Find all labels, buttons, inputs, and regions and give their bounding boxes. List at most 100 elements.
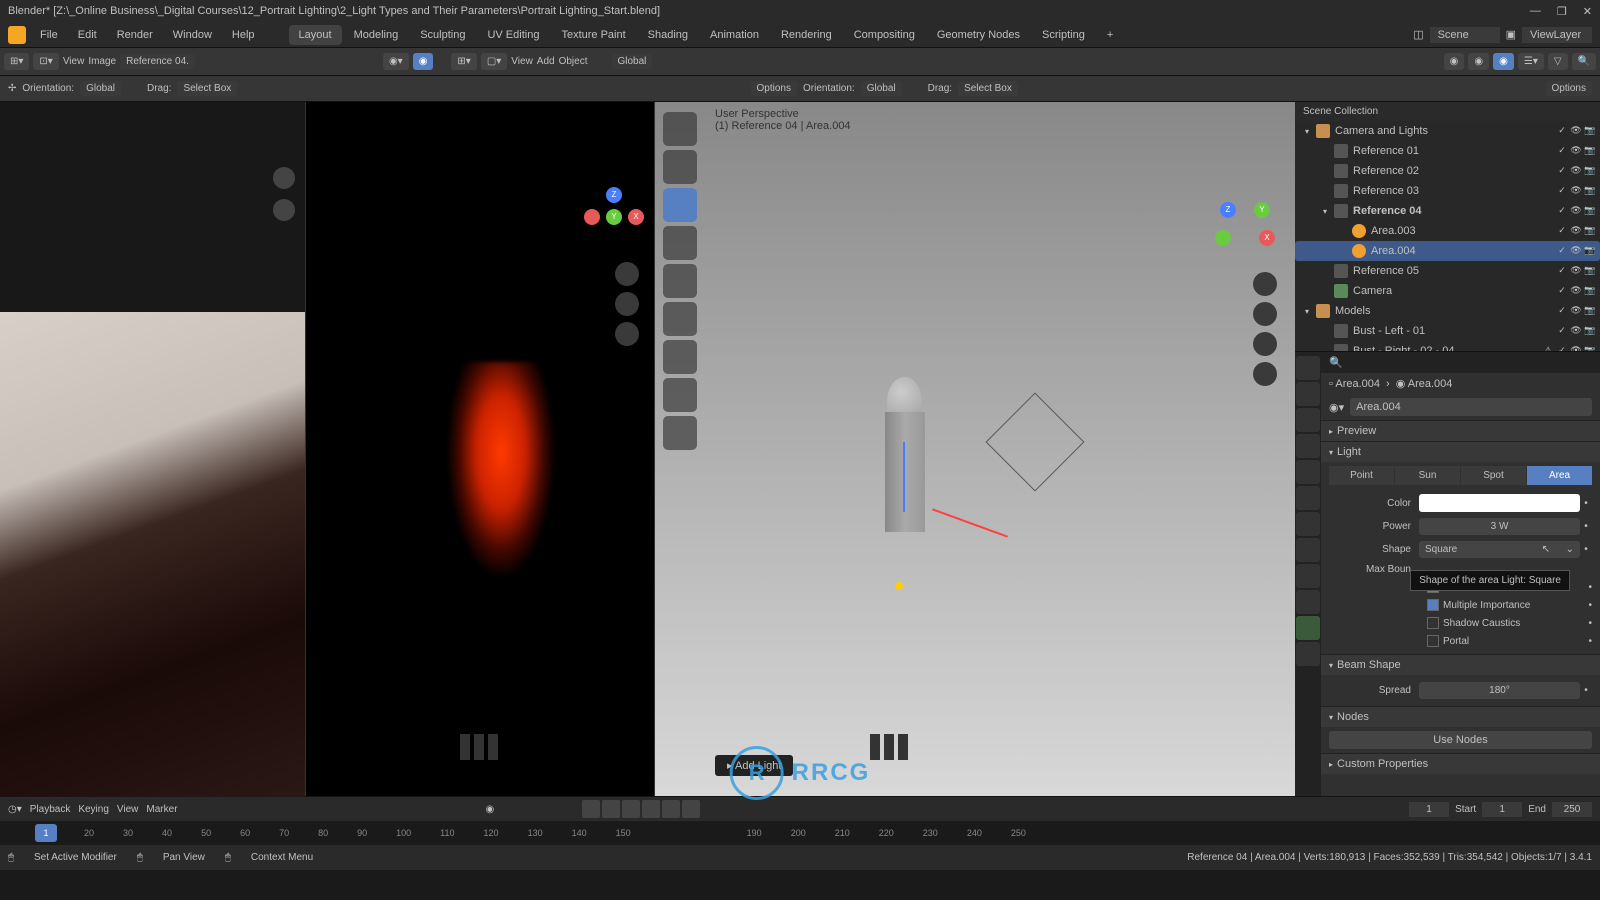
view-menu-2[interactable]: View (511, 56, 533, 67)
autokey-icon[interactable]: ◉ (486, 804, 495, 815)
next-key-icon[interactable] (662, 800, 680, 818)
timeline-cursor[interactable]: 1 (35, 824, 57, 842)
tab-geonodes[interactable]: Geometry Nodes (927, 25, 1030, 45)
viewlayer-field[interactable]: ViewLayer (1522, 27, 1592, 43)
viewport-editor-type[interactable]: ⊞▾ (451, 53, 476, 70)
power-field[interactable]: 3 W (1419, 518, 1580, 535)
render-engine-btn[interactable]: ◉ (413, 53, 434, 70)
play-rev-icon[interactable] (622, 800, 640, 818)
pan-nav-icon[interactable] (615, 292, 639, 316)
marker-menu[interactable]: Marker (146, 804, 177, 815)
orientation-select-2[interactable]: Global (861, 81, 902, 96)
outliner-item[interactable]: Bust - Left - 01✓👁📷 (1295, 321, 1600, 341)
rotate-tool[interactable] (663, 226, 697, 260)
orientation-select[interactable]: Global (80, 81, 121, 96)
measure-tool[interactable] (663, 378, 697, 412)
vp-zoom-icon[interactable] (1253, 272, 1277, 296)
timeline-editor-icon[interactable]: ◷▾ (8, 804, 22, 815)
tab-texture[interactable]: Texture Paint (551, 25, 635, 45)
prev-key-icon[interactable] (602, 800, 620, 818)
tab-rendering[interactable]: Rendering (771, 25, 842, 45)
axis-x-neg-icon[interactable] (584, 209, 600, 225)
tab-uv[interactable]: UV Editing (477, 25, 549, 45)
outliner-item[interactable]: Reference 03✓👁📷 (1295, 181, 1600, 201)
cursor-tool[interactable] (663, 150, 697, 184)
prop-tab-constraints[interactable] (1296, 590, 1320, 614)
color-field[interactable] (1419, 494, 1580, 512)
drag-select[interactable]: Select Box (177, 81, 237, 96)
outliner-item[interactable]: Bust - Right - 02 - 04⚠✓👁📷 (1295, 341, 1600, 352)
axis-y-icon[interactable]: Y (606, 209, 622, 225)
timeline-ruler[interactable]: 1 10203040506070809010011012013014015019… (0, 821, 1600, 845)
mode-dropdown[interactable]: ◉▾ (383, 53, 409, 70)
menu-window[interactable]: Window (167, 27, 218, 43)
move-gizmo-x[interactable] (932, 508, 1008, 537)
outliner-item[interactable]: Area.003✓👁📷 (1295, 221, 1600, 241)
start-frame-field[interactable]: 1 (1482, 802, 1522, 817)
light-type-sun[interactable]: Sun (1395, 466, 1460, 485)
transform-orientation[interactable]: Global (612, 54, 653, 69)
outliner-item[interactable]: Area.004✓👁📷 (1295, 241, 1600, 261)
jump-start-icon[interactable] (582, 800, 600, 818)
tab-sculpting[interactable]: Sculpting (410, 25, 475, 45)
tab-animation[interactable]: Animation (700, 25, 769, 45)
editor-type-dropdown[interactable]: ⊞▾ (4, 53, 29, 70)
light-section-header[interactable]: ▾Light (1321, 442, 1600, 462)
light-type-point[interactable]: Point (1329, 466, 1394, 485)
vp-camera-icon[interactable] (1253, 332, 1277, 356)
prop-tab-texture[interactable] (1296, 642, 1320, 666)
transform-tool[interactable] (663, 302, 697, 336)
menu-render[interactable]: Render (111, 27, 159, 43)
light-type-spot[interactable]: Spot (1461, 466, 1526, 485)
vp-axis-x-icon[interactable]: X (1259, 230, 1275, 246)
use-nodes-button[interactable]: Use Nodes (1329, 731, 1592, 749)
prop-tab-viewlayer[interactable] (1296, 408, 1320, 432)
close-icon[interactable]: ✕ (1583, 5, 1592, 18)
outliner-item[interactable]: ▾Reference 04✓👁📷 (1295, 201, 1600, 221)
tab-shading[interactable]: Shading (638, 25, 698, 45)
outliner-item[interactable]: Reference 05✓👁📷 (1295, 261, 1600, 281)
tab-modeling[interactable]: Modeling (344, 25, 409, 45)
menu-edit[interactable]: Edit (72, 27, 103, 43)
prop-tab-particles[interactable] (1296, 538, 1320, 562)
prop-tab-output[interactable] (1296, 382, 1320, 406)
vp-axis-z-icon[interactable]: Z (1220, 202, 1236, 218)
prop-tab-physics[interactable] (1296, 564, 1320, 588)
outliner-item[interactable]: ▾Camera and Lights✓👁📷 (1295, 121, 1600, 141)
tab-add[interactable]: + (1097, 25, 1123, 45)
playback-menu[interactable]: Playback (30, 804, 71, 815)
breadcrumb-data[interactable]: ◉ Area.004 (1396, 377, 1453, 390)
jump-end-icon[interactable] (682, 800, 700, 818)
prop-tab-scene[interactable] (1296, 434, 1320, 458)
3d-viewport[interactable]: User Perspective (1) Reference 04 | Area… (655, 102, 1295, 796)
end-frame-field[interactable]: 250 (1552, 802, 1592, 817)
prop-tab-modifier[interactable] (1296, 512, 1320, 536)
menu-help[interactable]: Help (226, 27, 261, 43)
tab-scripting[interactable]: Scripting (1032, 25, 1095, 45)
area-light-gizmo[interactable] (986, 393, 1085, 492)
current-frame-field[interactable]: 1 (1409, 802, 1449, 817)
search-props-icon[interactable]: 🔍 (1329, 357, 1343, 369)
prop-tab-data[interactable] (1296, 616, 1320, 640)
move-tool[interactable] (663, 188, 697, 222)
spread-field[interactable]: 180° (1419, 682, 1580, 699)
pedestal-mesh[interactable] (885, 412, 925, 532)
keying-menu[interactable]: Keying (78, 804, 109, 815)
outliner-item[interactable]: Reference 02✓👁📷 (1295, 161, 1600, 181)
vp-axis-yneg-icon[interactable] (1215, 230, 1231, 246)
timeline-view-menu[interactable]: View (117, 804, 139, 815)
light-type-area[interactable]: Area (1527, 466, 1592, 485)
search-icon[interactable]: 🔍 (1572, 53, 1596, 70)
play-icon[interactable] (642, 800, 660, 818)
shading-rendered[interactable]: ◉ (1493, 53, 1514, 70)
add-cube-tool[interactable] (663, 416, 697, 450)
pan-icon[interactable] (273, 199, 295, 221)
filter-icon[interactable]: ▽ (1548, 53, 1568, 70)
outliner-item[interactable]: Camera✓👁📷 (1295, 281, 1600, 301)
tab-layout[interactable]: Layout (289, 25, 342, 45)
scene-field[interactable]: Scene (1430, 27, 1500, 43)
axis-x-icon[interactable]: X (628, 209, 644, 225)
zoom-nav-icon[interactable] (615, 262, 639, 286)
outliner-item[interactable]: Reference 01✓👁📷 (1295, 141, 1600, 161)
cursor-tool-icon[interactable]: ✢ (8, 83, 16, 94)
